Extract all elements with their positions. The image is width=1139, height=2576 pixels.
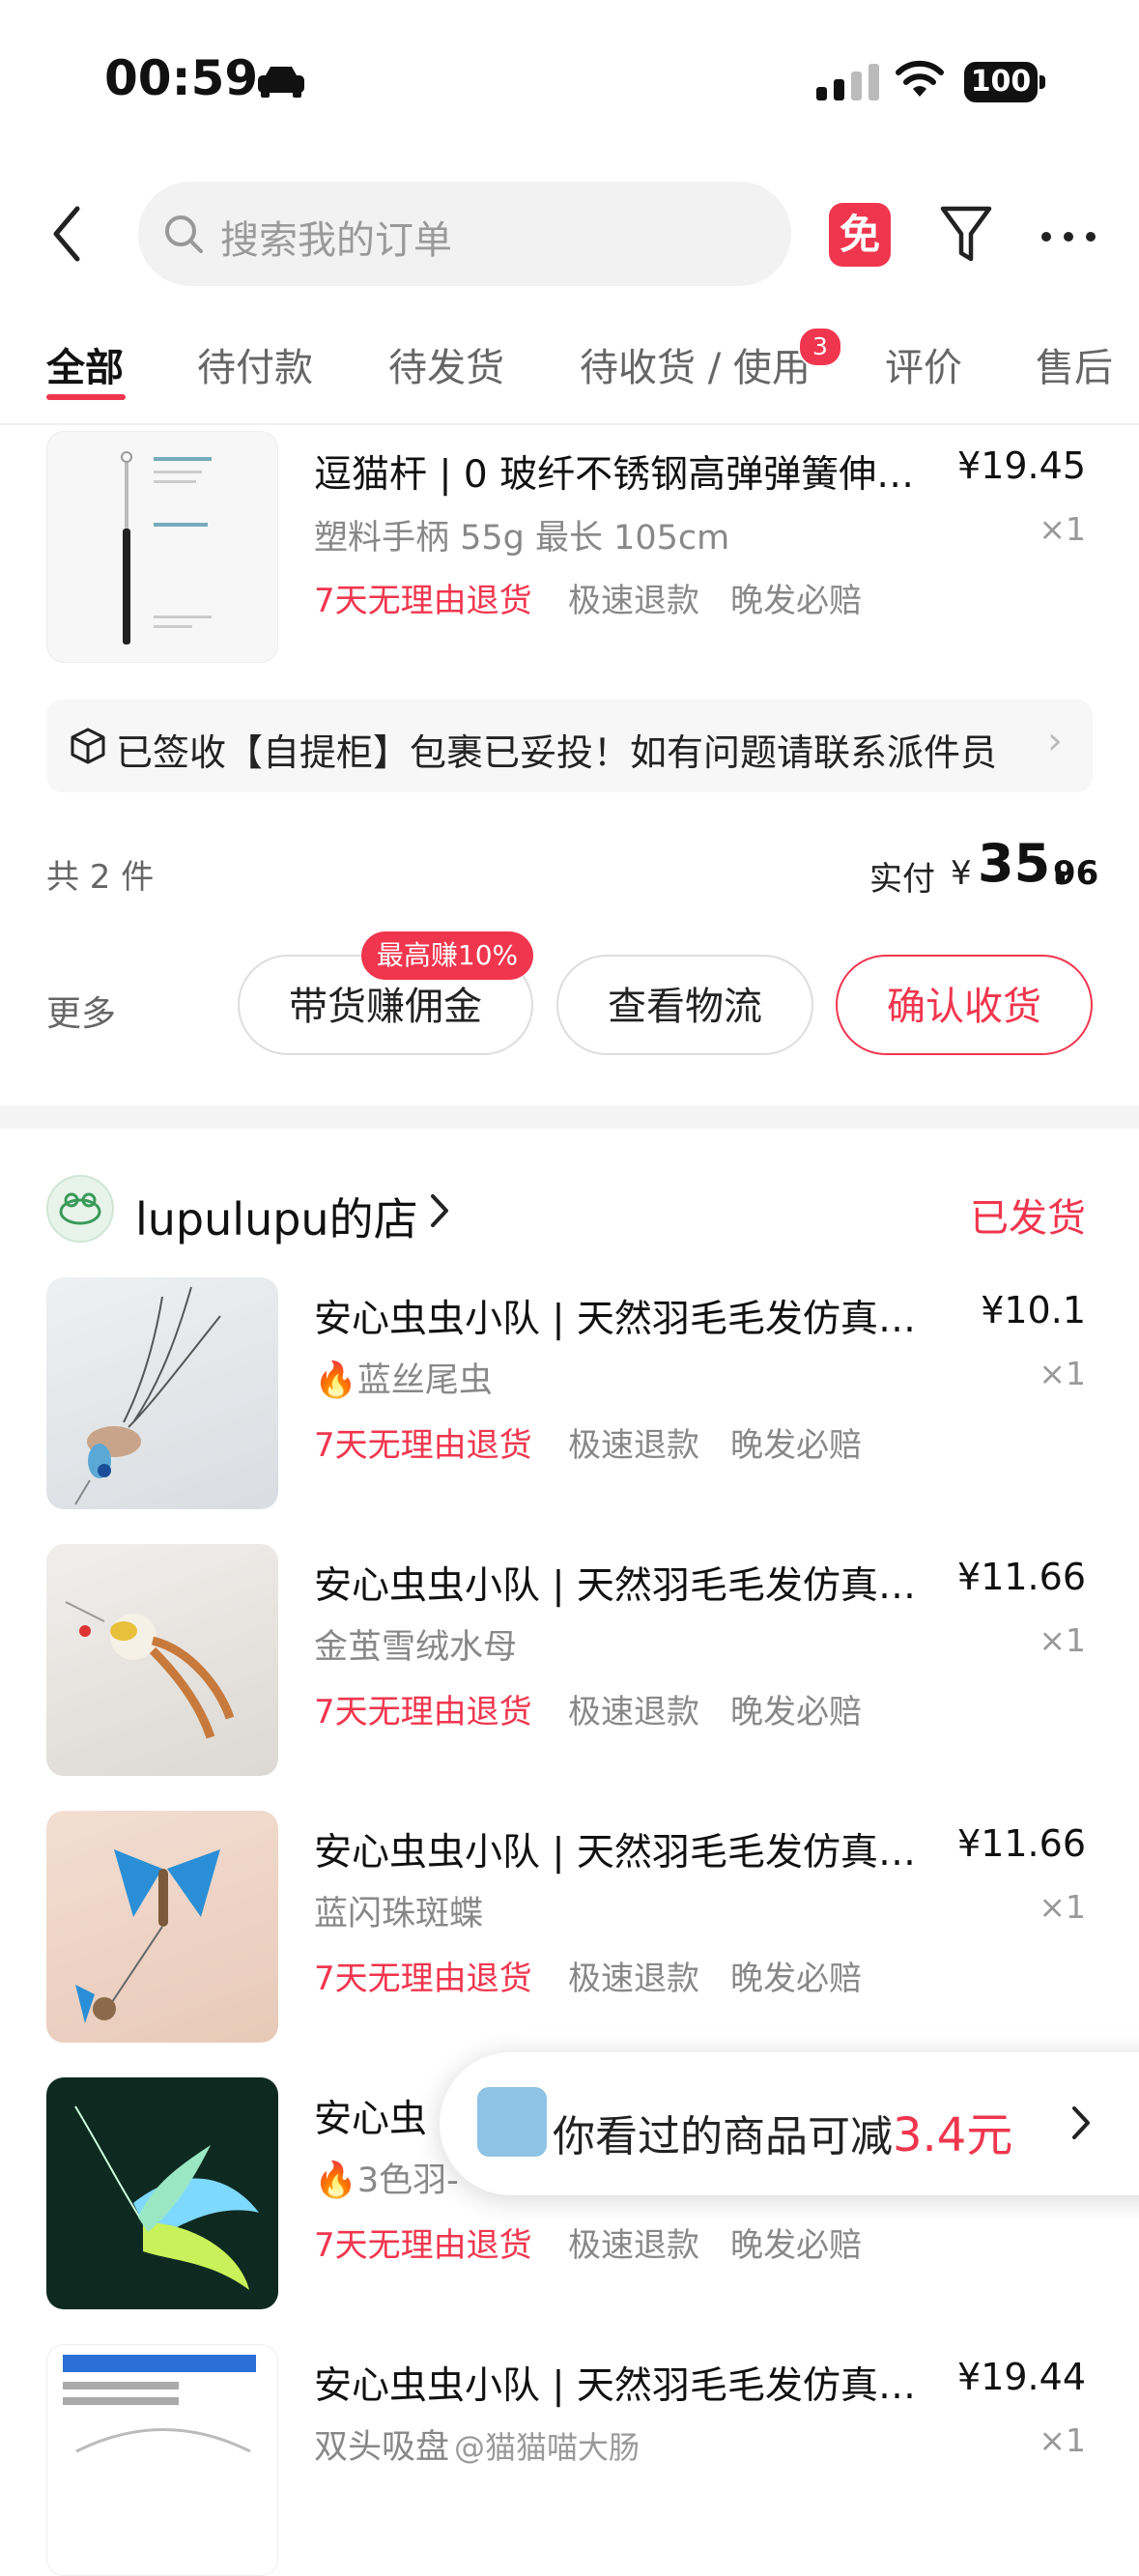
cat-teaser-stick-image: [121, 451, 212, 644]
wifi-icon: [896, 60, 944, 97]
colorful-feather-image: [74, 2105, 259, 2290]
discount-amount: 3.4元: [893, 2108, 1013, 2162]
logistics-status: 已签收【自提柜】包裹已妥投！如有问题请联系派件员: [116, 731, 998, 774]
return-policy-tag: 7天无理由退货: [314, 582, 532, 620]
return-policy-tag: 7天无理由退货: [314, 2226, 532, 2265]
item-count: 共 2 件: [46, 858, 155, 897]
product-quantity: ×1: [1039, 1888, 1086, 1926]
product-image[interactable]: [46, 1277, 278, 1509]
product-image[interactable]: [46, 2077, 278, 2309]
product-quantity: ×1: [1039, 1621, 1086, 1659]
confirm-receipt-button[interactable]: 确认收货: [836, 955, 1093, 1055]
status-time: 00:59: [104, 50, 259, 106]
product-title[interactable]: 安心虫虫小队 | 天然羽毛毛发仿真昆虫逗猫棒替换头: [314, 1289, 942, 1343]
product-price: ¥11.66: [948, 1556, 1086, 1598]
banner-product-thumbnail: [477, 2087, 547, 2157]
paid-label: 实付: [869, 860, 935, 899]
late-ship-compensation-tag: 晚发必赔: [730, 1426, 862, 1465]
tab-pending-payment[interactable]: 待付款: [197, 336, 313, 392]
product-spec: 🔥3色羽-: [314, 2161, 459, 2200]
product-quantity: ×1: [1039, 510, 1086, 548]
feather-bug-image: [74, 1286, 221, 1505]
banner-text: 你看过的商品可减3.4元: [553, 2108, 1013, 2162]
order-separator: [0, 1105, 1139, 1129]
fast-refund-tag: 极速退款: [568, 1426, 699, 1465]
frog-logo-icon: [59, 1192, 101, 1225]
return-policy-tag: 7天无理由退货: [314, 1426, 532, 1465]
fire-icon: 🔥: [314, 1360, 357, 1400]
product-image[interactable]: [46, 1811, 278, 2043]
fire-icon: 🔥: [314, 2161, 357, 2200]
late-ship-compensation-tag: 晚发必赔: [730, 1693, 862, 1732]
late-ship-compensation-tag: 晚发必赔: [730, 2226, 862, 2265]
product-spec: 🔥蓝丝尾虫: [314, 1360, 493, 1400]
more-actions-link[interactable]: 更多: [46, 986, 116, 1036]
car-icon: [258, 67, 304, 98]
search-icon: [165, 215, 203, 253]
late-ship-compensation-tag: 晚发必赔: [730, 1960, 862, 1998]
fast-refund-tag: 极速退款: [568, 2226, 699, 2265]
tab-badge: 3: [798, 327, 842, 367]
order-status: 已发货: [970, 1196, 1086, 1241]
product-title[interactable]: 安心虫: [314, 2089, 427, 2143]
fast-refund-tag: 极速退款: [568, 1693, 699, 1732]
fast-refund-tag: 极速退款: [568, 582, 699, 620]
tab-pending-receipt[interactable]: 待收货 / 使用: [580, 336, 811, 392]
jellyfish-toy-image: [65, 1601, 235, 1739]
cellular-signal-icon: [816, 64, 879, 100]
product-price: ¥19.44: [948, 2356, 1086, 2398]
tabs-divider: [0, 423, 1139, 425]
product-spec: 双头吸盘: [314, 2428, 450, 2467]
view-logistics-button[interactable]: 查看物流: [556, 955, 813, 1055]
package-icon: [71, 728, 105, 764]
product-quantity: ×1: [1039, 1355, 1086, 1392]
paid-amount-decimal: 96: [1053, 854, 1099, 893]
watermark: @猫猫喵大肠: [454, 2429, 641, 2466]
product-spec: 塑料手柄 55g 最长 105cm: [314, 519, 730, 558]
battery-icon: 100: [964, 62, 1038, 102]
shop-name[interactable]: lupulupu的店: [135, 1185, 418, 1248]
chevron-right-icon[interactable]: [1070, 2104, 1092, 2141]
product-price: ¥10.1: [971, 1289, 1086, 1331]
product-image[interactable]: [46, 431, 278, 663]
product-quantity: ×1: [1039, 2421, 1086, 2459]
search-placeholder: 搜索我的订单: [220, 218, 452, 263]
currency-symbol: ¥: [951, 854, 972, 893]
tab-review[interactable]: 评价: [885, 336, 962, 392]
battery-tip: [1039, 75, 1045, 89]
commission-badge: 最高赚10%: [361, 931, 533, 980]
product-price: ¥19.45: [957, 444, 1086, 487]
return-policy-tag: 7天无理由退货: [314, 1960, 532, 1998]
butterfly-toy-image: [75, 1849, 220, 2023]
product-spec: 金茧雪绒水母: [314, 1628, 518, 1667]
product-title[interactable]: 安心虫虫小队 | 天然羽毛毛发仿真昆虫逗猫棒替换头: [314, 1556, 942, 1610]
product-title[interactable]: 安心虫虫小队 | 天然羽毛毛发仿真昆虫逗猫棒替换头: [314, 1822, 942, 1876]
product-image[interactable]: [46, 1544, 278, 1776]
late-ship-compensation-tag: 晚发必赔: [730, 582, 862, 620]
shop-avatar[interactable]: [46, 1175, 114, 1243]
chevron-right-icon[interactable]: [429, 1192, 450, 1229]
tab-after-sales[interactable]: 售后: [1036, 336, 1113, 392]
product-title[interactable]: 逗猫杆 | 0 玻纤不锈钢高弹弹簧伸缩逗猫杆: [314, 444, 942, 499]
product-image[interactable]: [46, 2344, 278, 2576]
product-spec: 蓝闪珠斑蝶: [314, 1895, 484, 1933]
back-arrow-icon[interactable]: [50, 205, 83, 263]
product-price: ¥11.66: [948, 1822, 1086, 1865]
free-icon[interactable]: 免: [829, 203, 891, 267]
filter-icon[interactable]: [939, 205, 993, 265]
product-title[interactable]: 安心虫虫小队 | 天然羽毛毛发仿真昆虫逗猫棒替换头: [314, 2356, 942, 2410]
suction-cup-image: [63, 2355, 256, 2453]
fast-refund-tag: 极速退款: [568, 1960, 699, 1998]
tab-all[interactable]: 全部: [46, 336, 124, 392]
return-policy-tag: 7天无理由退货: [314, 1693, 532, 1732]
tab-active-indicator: [46, 394, 126, 400]
chevron-right-icon: ›: [1047, 719, 1063, 763]
more-options-icon[interactable]: [1041, 232, 1096, 242]
tab-pending-shipment[interactable]: 待发货: [388, 336, 504, 392]
